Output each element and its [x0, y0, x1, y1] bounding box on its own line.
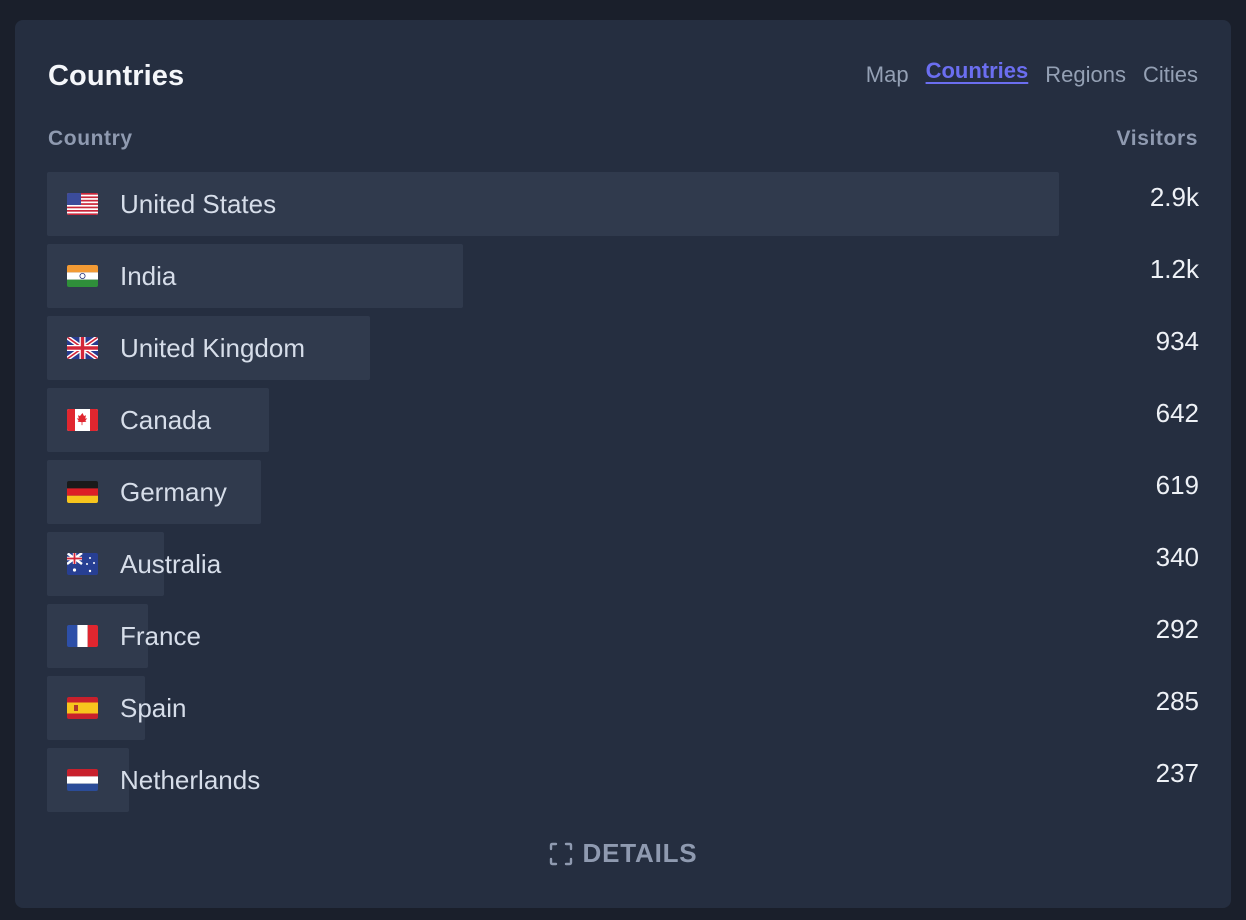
visitor-count: 292	[1155, 614, 1199, 644]
details-label: DETAILS	[582, 838, 698, 868]
visitor-count: 934	[1155, 326, 1199, 356]
visitor-count: 642	[1155, 398, 1199, 428]
flag-au-icon	[67, 553, 98, 575]
visitor-share-bar	[47, 244, 463, 308]
visitor-count: 619	[1155, 470, 1199, 500]
country-name: India	[120, 261, 177, 291]
tab-cities[interactable]: Cities	[1143, 62, 1198, 88]
tab-map[interactable]: Map	[866, 62, 909, 88]
country-row[interactable]: United Kingdom 934	[47, 316, 1199, 380]
panel-title: Countries	[48, 60, 185, 92]
flag-ca-icon	[67, 409, 98, 431]
country-name: Netherlands	[120, 765, 261, 795]
flag-de-icon	[67, 481, 98, 503]
flag-in-icon	[67, 265, 98, 287]
flag-es-icon	[67, 697, 98, 719]
country-row[interactable]: Spain 285	[47, 676, 1199, 740]
country-name: Germany	[120, 477, 227, 507]
flag-gb-icon	[67, 337, 98, 359]
flag-us-icon	[67, 193, 98, 215]
country-row[interactable]: France 292	[47, 604, 1199, 668]
country-name: Canada	[120, 405, 212, 435]
country-row[interactable]: United States 2.9k	[47, 172, 1199, 236]
tab-countries[interactable]: Countries	[926, 58, 1029, 88]
countries-panel: Countries Map Countries Regions Cities C…	[15, 20, 1231, 908]
visitor-count: 285	[1155, 686, 1199, 716]
country-list: United States 2.9k India 1.2k United Kin…	[47, 172, 1199, 820]
details-button[interactable]: DETAILS	[15, 838, 1231, 869]
country-row[interactable]: Germany 619	[47, 460, 1199, 524]
country-row[interactable]: India 1.2k	[47, 244, 1199, 308]
country-name: United Kingdom	[120, 333, 305, 363]
visitor-count: 237	[1155, 758, 1199, 788]
visitor-count: 340	[1155, 542, 1199, 572]
country-name: Spain	[120, 693, 187, 723]
country-row[interactable]: Netherlands 237	[47, 748, 1199, 812]
country-name: France	[120, 621, 201, 651]
visitor-count: 2.9k	[1149, 182, 1199, 212]
expand-frame-icon	[549, 842, 573, 866]
column-header-visitors: Visitors	[1116, 127, 1198, 150]
country-name: Australia	[120, 549, 222, 579]
flag-fr-icon	[67, 625, 98, 647]
flag-nl-icon	[67, 769, 98, 791]
visitor-count: 1.2k	[1149, 254, 1199, 284]
column-header-country: Country	[48, 127, 133, 150]
country-row[interactable]: Canada 642	[47, 388, 1199, 452]
country-name: United States	[120, 189, 277, 219]
tab-regions[interactable]: Regions	[1045, 62, 1126, 88]
view-tabs: Map Countries Regions Cities	[866, 58, 1198, 88]
country-row[interactable]: Australia 340	[47, 532, 1199, 596]
